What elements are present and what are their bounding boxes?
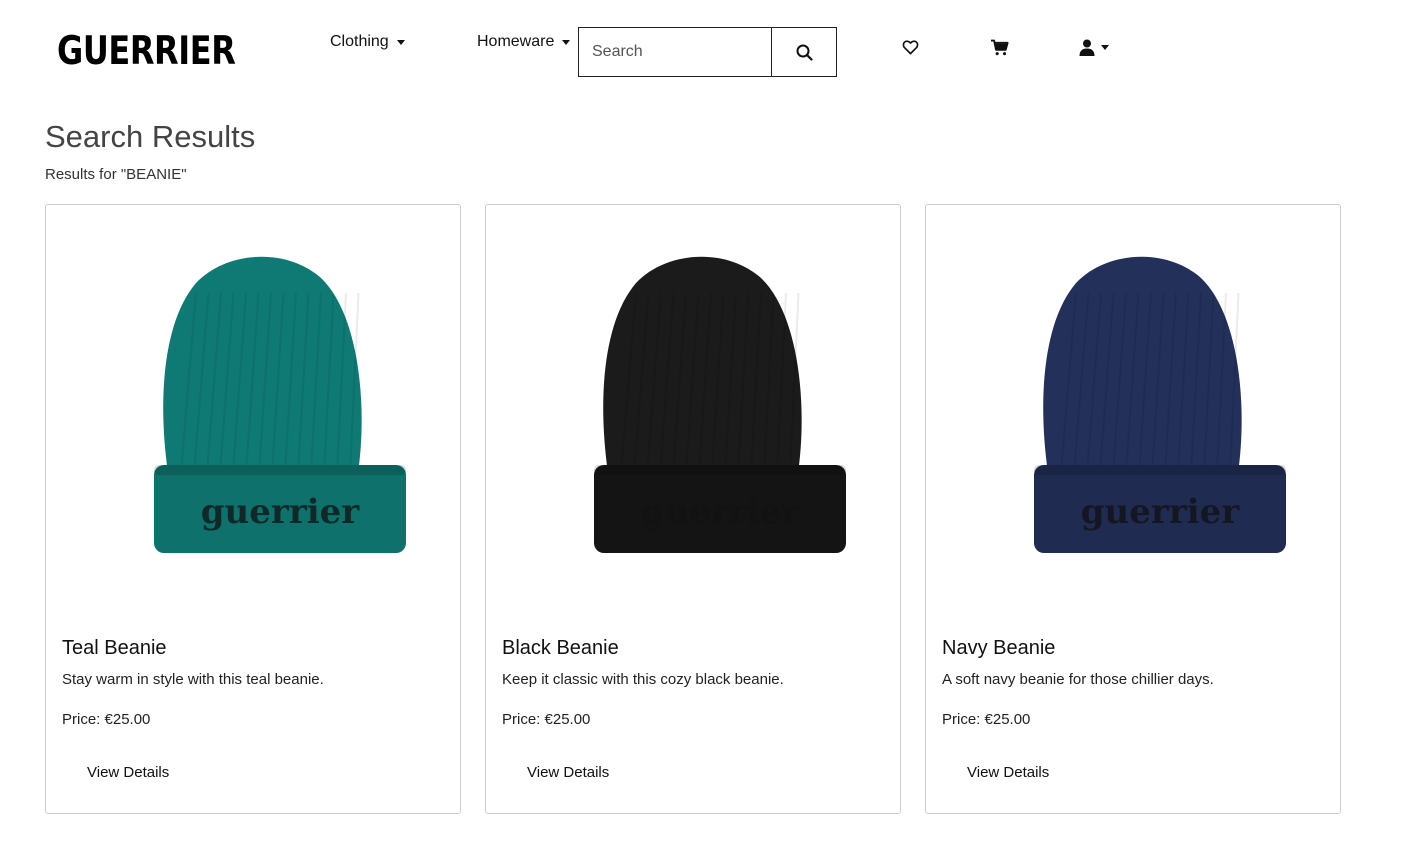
chevron-down-icon bbox=[562, 39, 571, 45]
chevron-down-icon bbox=[396, 39, 405, 45]
cart-button[interactable] bbox=[987, 36, 1011, 58]
beanie-crown bbox=[603, 256, 802, 473]
beanie-crown bbox=[1043, 256, 1242, 473]
beanie-crown bbox=[163, 256, 362, 473]
cuff-fold-shadow bbox=[1034, 465, 1286, 475]
user-icon bbox=[1079, 39, 1095, 56]
product-description: A soft navy beanie for those chillier da… bbox=[942, 671, 1214, 688]
search-form bbox=[578, 27, 837, 77]
beanie-wordmark: guerrier bbox=[1081, 492, 1240, 532]
nav-homeware-dropdown[interactable]: Homeware bbox=[477, 33, 571, 51]
product-name: Black Beanie bbox=[502, 637, 619, 659]
results-query: Results for "BEANIE" bbox=[45, 166, 187, 183]
beanie-wordmark: guerrier bbox=[641, 492, 800, 532]
heart-icon bbox=[902, 39, 918, 54]
page-title: Search Results bbox=[45, 119, 256, 154]
nav-clothing-dropdown[interactable]: Clothing bbox=[330, 33, 405, 51]
cart-icon bbox=[990, 39, 1009, 55]
cuff-fold-shadow bbox=[154, 465, 406, 475]
view-details-link[interactable]: View Details bbox=[527, 764, 609, 781]
product-card: guerrier Teal Beanie Stay warm in style … bbox=[45, 204, 461, 814]
product-price: Price: €25.00 bbox=[942, 711, 1031, 728]
beanie-wordmark: guerrier bbox=[201, 492, 360, 532]
product-image-beanie[interactable]: guerrier bbox=[96, 233, 416, 563]
site-logo[interactable]: GUERRIER bbox=[57, 30, 236, 74]
product-price: Price: €25.00 bbox=[502, 711, 591, 728]
product-description: Keep it classic with this cozy black bea… bbox=[502, 671, 784, 688]
search-button[interactable] bbox=[772, 28, 836, 76]
chevron-down-icon bbox=[1101, 44, 1109, 50]
nav-clothing-label: Clothing bbox=[330, 33, 389, 50]
search-icon bbox=[796, 44, 813, 61]
product-price: Price: €25.00 bbox=[62, 711, 151, 728]
product-image-beanie[interactable]: guerrier bbox=[536, 233, 856, 563]
view-details-link[interactable]: View Details bbox=[967, 764, 1049, 781]
product-name: Navy Beanie bbox=[942, 637, 1056, 659]
product-card: guerrier Black Beanie Keep it classic wi… bbox=[485, 204, 901, 814]
product-description: Stay warm in style with this teal beanie… bbox=[62, 671, 324, 688]
product-card: guerrier Navy Beanie A soft navy beanie … bbox=[925, 204, 1341, 814]
cuff-fold-shadow bbox=[594, 465, 846, 475]
view-details-link[interactable]: View Details bbox=[87, 764, 169, 781]
search-input[interactable] bbox=[579, 28, 772, 76]
account-dropdown[interactable] bbox=[1076, 36, 1112, 58]
page: GUERRIER Clothing Homeware Search Search… bbox=[0, 0, 1409, 851]
product-name: Teal Beanie bbox=[62, 637, 167, 659]
nav-homeware-label: Homeware bbox=[477, 33, 555, 50]
product-image-beanie[interactable]: guerrier bbox=[976, 233, 1296, 563]
wishlist-button[interactable] bbox=[898, 36, 922, 58]
